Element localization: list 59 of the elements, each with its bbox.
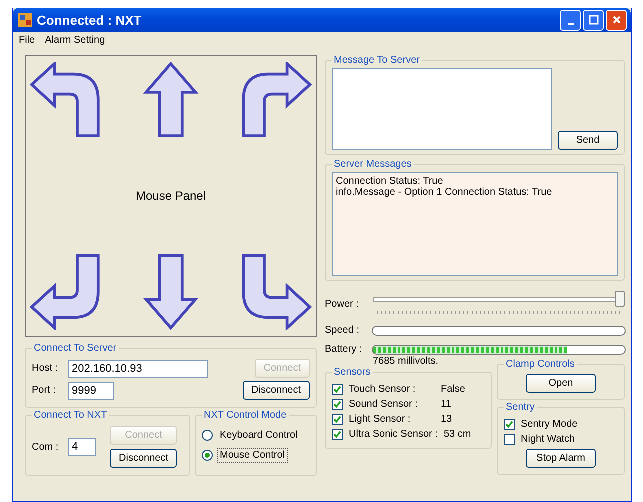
window-title: Connected : NXT [37, 12, 142, 28]
sensor-label: Light Sensor : [349, 414, 412, 425]
maximize-button[interactable] [583, 10, 604, 30]
sensor-value: 13 [441, 414, 452, 425]
close-icon [612, 15, 622, 25]
sensor-label: Ultra Sonic Sensor : [349, 429, 438, 440]
power-label: Power : [325, 298, 360, 310]
sensor-value: False [441, 384, 466, 395]
checkbox[interactable] [332, 429, 343, 440]
minimize-icon [568, 23, 574, 25]
radio-label[interactable]: Keyboard Control [217, 428, 301, 443]
host-label: Host : [32, 363, 60, 374]
battery-label: Battery : [325, 344, 364, 355]
message-line: info.Message - Option 1 Connection Status: True [336, 187, 554, 198]
message-line: Connection Status: True [336, 176, 444, 187]
radio-label[interactable]: Mouse Control [217, 448, 288, 463]
sensor-value: 11 [441, 399, 452, 410]
checkbox-label: Night Watch [521, 434, 576, 445]
group-title: Server Messages [333, 159, 413, 170]
send-button[interactable]: Send [558, 131, 618, 150]
disconnect-button[interactable]: Disconnect [242, 381, 310, 400]
power-slider[interactable] [373, 291, 625, 317]
radio-button[interactable] [202, 450, 213, 461]
sensor-label: Sound Sensor : [349, 399, 419, 410]
group-title: Clamp Controls [505, 359, 576, 370]
group-title: NXT Control Mode [203, 410, 288, 421]
port-label: Port : [32, 385, 57, 396]
stop-alarm-button[interactable]: Stop Alarm [526, 449, 596, 468]
checkbox[interactable] [504, 419, 515, 430]
checkbox-label: Sentry Mode [521, 419, 579, 430]
group-title: Sentry [505, 402, 536, 413]
checkbox[interactable] [504, 434, 515, 445]
battery-reading: 7685 millivolts. [373, 356, 440, 367]
message-field[interactable] [332, 68, 552, 150]
disconnect-button[interactable]: Disconnect [110, 449, 178, 468]
app-icon [17, 12, 33, 28]
close-button[interactable] [606, 10, 627, 30]
menu-item[interactable]: File [19, 35, 36, 46]
mouse-panel[interactable]: Mouse Panel [25, 55, 317, 337]
menu-item[interactable]: Alarm Setting [45, 35, 106, 46]
host-field[interactable]: 202.160.10.93 [68, 360, 208, 378]
checkbox[interactable] [332, 414, 343, 425]
speed-label: Speed : [325, 325, 360, 336]
sensor-value: 53 cm [444, 429, 472, 440]
radio-button[interactable] [202, 430, 213, 441]
minimize-button[interactable] [560, 10, 581, 30]
checkbox[interactable] [332, 399, 343, 410]
maximize-icon [588, 15, 598, 25]
group-title: Connect To NXT [33, 410, 108, 421]
com-label: Com : [32, 442, 60, 452]
panel-label: Mouse Panel [136, 189, 206, 203]
checkbox[interactable] [332, 384, 343, 395]
com-field[interactable]: 4 [68, 438, 96, 456]
group-title: Sensors [333, 367, 372, 378]
port-field[interactable]: 9999 [68, 382, 114, 400]
group-title: Connect To Server [33, 343, 118, 354]
sensor-label: Touch Sensor : [349, 384, 417, 395]
group-title: Message To Server [333, 55, 421, 66]
open-button[interactable]: Open [526, 374, 596, 393]
